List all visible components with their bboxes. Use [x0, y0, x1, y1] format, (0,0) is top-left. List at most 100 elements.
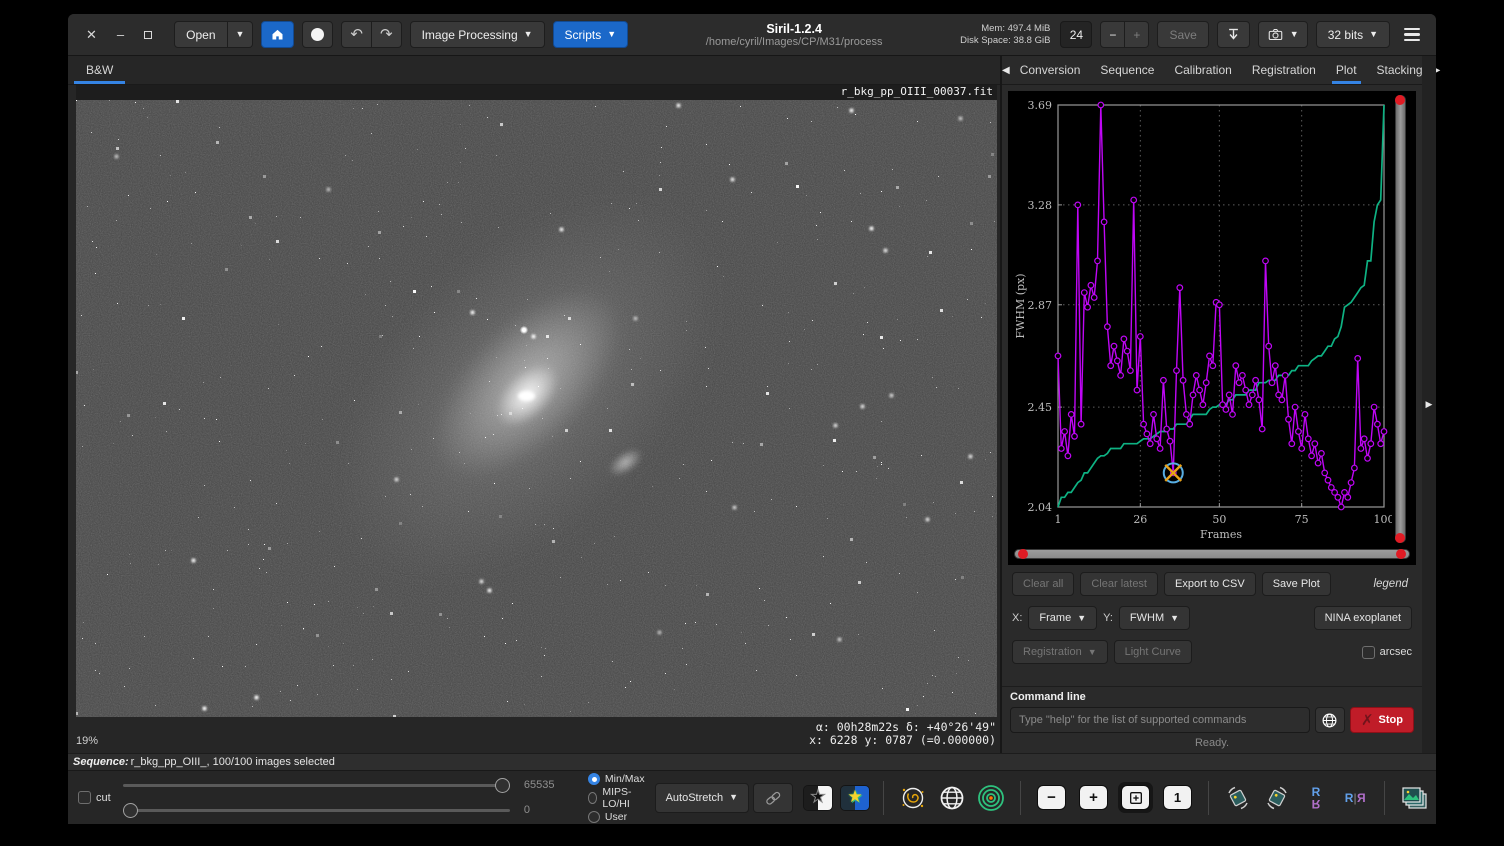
tab-bw[interactable]: B&W [68, 56, 131, 84]
radio-mips[interactable]: MIPS-LO/HI [588, 786, 645, 810]
image-canvas[interactable] [76, 100, 997, 717]
galaxy-core [518, 391, 535, 401]
hamburger-menu-button[interactable] [1398, 24, 1426, 45]
tab-stacking[interactable]: Stacking [1367, 56, 1433, 84]
cut-checkbox-row[interactable]: cut [78, 791, 111, 804]
high-slider-handle[interactable] [495, 778, 510, 793]
plot-container: 2.042.452.873.283.691265075100FWHM (px)F… [1008, 91, 1416, 565]
save-button[interactable]: Save [1157, 21, 1208, 48]
plot-x-range-slider[interactable] [1014, 549, 1410, 559]
rotate-right-button[interactable] [1261, 782, 1293, 814]
bit-depth-dropdown[interactable]: 32 bits ▼ [1316, 21, 1390, 48]
nina-exoplanet-button[interactable]: NINA exoplanet [1314, 606, 1412, 630]
redo-button[interactable]: ↷ [372, 21, 402, 48]
y-slider-bottom-handle[interactable] [1395, 533, 1405, 543]
save-as-button[interactable] [1217, 21, 1250, 48]
cut-checkbox[interactable] [78, 791, 91, 804]
decrement-button[interactable]: − [1100, 21, 1125, 48]
view-tools: ★ ★ [803, 781, 1430, 815]
svg-text:1: 1 [1055, 513, 1062, 526]
radio-minmax[interactable]: Min/Max [588, 773, 645, 785]
command-input[interactable] [1010, 707, 1310, 733]
radio-user[interactable]: User [588, 811, 645, 823]
tab-calibration[interactable]: Calibration [1164, 56, 1241, 84]
radio-mips-control[interactable] [588, 792, 597, 804]
radio-user-control[interactable] [588, 811, 600, 823]
false-color-toggle[interactable]: ★ [840, 785, 870, 811]
tab-registration[interactable]: Registration [1242, 56, 1326, 84]
snapshot-button[interactable]: ▼ [1258, 21, 1308, 48]
svg-text:2.04: 2.04 [1028, 501, 1053, 514]
light-curve-button[interactable]: Light Curve [1114, 640, 1192, 664]
x-slider-left-handle[interactable] [1018, 549, 1028, 559]
maximize-icon[interactable] [144, 31, 152, 39]
sequence-frames-button[interactable] [1398, 782, 1430, 814]
plot-y-range-slider[interactable] [1395, 95, 1406, 543]
low-slider-handle[interactable] [123, 803, 138, 818]
zoom-out-button[interactable]: − [1037, 785, 1066, 810]
mirror-vertical-button[interactable]: R R [1300, 782, 1332, 814]
disk-space: Disk Space: 38.8 GiB [960, 35, 1050, 47]
home-button[interactable] [261, 21, 294, 48]
svg-text:100: 100 [1374, 513, 1393, 526]
zoom-one-to-one-button[interactable]: 1 [1163, 785, 1192, 810]
image-counter-field[interactable]: 24 [1060, 21, 1092, 48]
high-level-slider[interactable] [123, 784, 510, 787]
mirror-horizontal-button[interactable]: R | R [1339, 782, 1371, 814]
command-help-button[interactable] [1315, 707, 1345, 733]
close-icon[interactable]: ✕ [86, 28, 97, 41]
negative-view-toggle[interactable]: ★ [803, 785, 833, 811]
y-axis-dropdown[interactable]: FWHM ▼ [1119, 606, 1190, 630]
chevron-down-icon: ▼ [1290, 30, 1299, 39]
clear-latest-button[interactable]: Clear latest [1080, 572, 1158, 596]
record-button[interactable] [302, 21, 333, 48]
minimize-icon[interactable]: – [117, 28, 124, 41]
tab-plot[interactable]: Plot [1326, 56, 1367, 84]
y-slider-top-handle[interactable] [1395, 95, 1405, 105]
photometry-button[interactable] [975, 782, 1007, 814]
arcsec-checkbox[interactable] [1362, 646, 1375, 659]
color-star-icon: ★ [847, 787, 862, 807]
arcsec-checkbox-row[interactable]: arcsec [1362, 646, 1412, 659]
registration-dropdown[interactable]: Registration ▼ [1012, 640, 1108, 664]
rotate-left-icon [1224, 784, 1252, 812]
save-plot-button[interactable]: Save Plot [1262, 572, 1331, 596]
resources-block: Mem: 497.4 MiB Disk Space: 38.8 GiB [960, 23, 1050, 47]
radio-minmax-control[interactable] [588, 773, 600, 785]
zoom-fit-button[interactable] [1121, 785, 1150, 810]
x-axis-dropdown[interactable]: Frame ▼ [1028, 606, 1097, 630]
open-recent-dropdown[interactable]: ▼ [228, 21, 254, 48]
increment-button[interactable]: + [1125, 21, 1149, 48]
plot-panel: ◀ Conversion Sequence Calibration Regist… [1002, 56, 1422, 753]
levels-sliders: 65535 0 [123, 779, 562, 816]
star-detection-button[interactable] [897, 782, 929, 814]
viewer-status-bar: 19% α: 00h28m22s δ: +40°26'49" x: 6228 y… [68, 717, 1000, 753]
image-processing-menu[interactable]: Image Processing ▼ [410, 21, 545, 48]
tab-sequence[interactable]: Sequence [1090, 56, 1164, 84]
open-button[interactable]: Open [174, 21, 227, 48]
undo-icon: ↶ [350, 27, 363, 42]
tab-conversion[interactable]: Conversion [1010, 56, 1091, 84]
low-level-slider[interactable] [123, 809, 510, 812]
undo-button[interactable]: ↶ [341, 21, 372, 48]
minus-icon: − [1047, 789, 1056, 806]
zoom-in-button[interactable]: + [1079, 785, 1108, 810]
companion-galaxy-m110 [603, 442, 647, 481]
scripts-menu[interactable]: Scripts ▼ [553, 21, 629, 48]
link-channels-button[interactable] [753, 783, 793, 813]
chevron-down-icon: ▼ [1369, 30, 1378, 39]
tabs-scroll-left[interactable]: ◀ [1002, 56, 1010, 84]
x-slider-right-handle[interactable] [1396, 549, 1406, 559]
clear-all-button[interactable]: Clear all [1012, 572, 1074, 596]
panel-expander[interactable]: ▶ [1422, 56, 1436, 753]
export-csv-button[interactable]: Export to CSV [1164, 572, 1256, 596]
rotate-left-button[interactable] [1222, 782, 1254, 814]
annotations-button[interactable] [936, 782, 968, 814]
mirror-y-icon: R [1312, 786, 1321, 798]
axis-selection-row: X: Frame ▼ Y: FWHM ▼ NINA exoplanet [1002, 601, 1422, 635]
stretch-mode-dropdown[interactable]: AutoStretch ▼ [655, 783, 749, 813]
plus-icon: + [1089, 789, 1098, 806]
low-level-slider-row: 0 [123, 804, 562, 816]
stop-button[interactable]: ✗ Stop [1350, 707, 1414, 733]
fwhm-plot[interactable]: 2.042.452.873.283.691265075100FWHM (px)F… [1012, 95, 1392, 543]
